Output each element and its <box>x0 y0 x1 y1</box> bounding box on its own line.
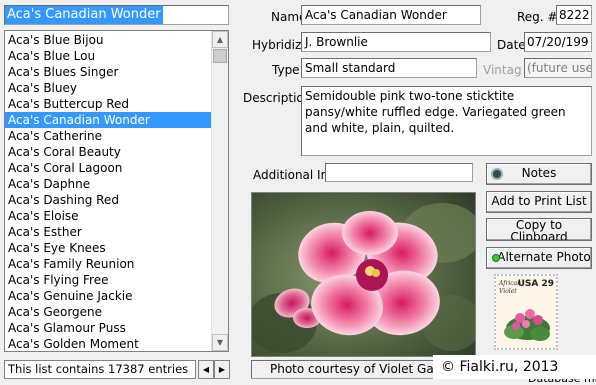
entries-count-status: This list contains 17387 entries <box>4 360 196 379</box>
list-item[interactable]: Aca's Coral Lagoon <box>5 160 211 176</box>
hybridizer-field[interactable]: J. Brownlie <box>301 32 491 52</box>
name-field[interactable]: Aca's Canadian Wonder <box>301 5 481 25</box>
list-item[interactable]: Aca's Bluey <box>5 80 211 96</box>
notes-button-label: Notes <box>521 166 557 180</box>
reg-number-field[interactable]: 8222 <box>556 5 592 25</box>
list-item[interactable]: Aca's Esther <box>5 224 211 240</box>
list-item[interactable]: Aca's Flying Free <box>5 272 211 288</box>
list-item[interactable]: Aca's Genuine Jackie <box>5 288 211 304</box>
notes-button[interactable]: Notes <box>486 163 592 185</box>
stamp-denomination: USA 29 <box>517 279 554 289</box>
variety-list-rows: Aca's Blue Bijou Aca's Blue Lou Aca's Blue… <box>5 31 211 351</box>
list-item[interactable]: Aca's Buttercup Red <box>5 96 211 112</box>
list-item[interactable]: Aca's Daphne <box>5 176 211 192</box>
african-violet-stamp: African Violet USA 29 <box>494 274 558 350</box>
date-field[interactable]: 07/20/199 <box>524 32 592 52</box>
description-field[interactable]: Semidouble pink two-tone sticktite pansy… <box>301 86 592 156</box>
additional-info-field[interactable] <box>325 163 473 182</box>
next-arrow-icon[interactable]: ▶ <box>214 360 230 379</box>
african-violet-photo-icon <box>252 193 475 356</box>
list-item[interactable]: Aca's Dashing Red <box>5 192 211 208</box>
vintage-label: Vintag <box>483 63 522 77</box>
search-input-value: Aca's Canadian Wonder <box>5 6 163 24</box>
vintage-field: (future use <box>524 58 592 78</box>
reg-label: Reg. # <box>517 10 558 24</box>
hybridizer-label: Hybridiz <box>252 38 302 52</box>
list-item[interactable]: Aca's Canadian Wonder <box>5 112 211 128</box>
list-scrollbar[interactable]: ▲ ▼ <box>211 31 228 351</box>
type-label: Type <box>272 63 300 77</box>
scroll-up-arrow-icon[interactable]: ▲ <box>212 31 228 48</box>
variety-list[interactable]: Aca's Blue Bijou Aca's Blue Lou Aca's Blue… <box>4 30 229 352</box>
add-to-print-list-button[interactable]: Add to Print List <box>486 191 592 213</box>
list-item[interactable]: Aca's Family Reunion <box>5 256 211 272</box>
description-label: Descriptio <box>243 91 301 105</box>
list-item[interactable]: Aca's Blue Bijou <box>5 32 211 48</box>
alternate-photo-button[interactable]: Alternate Photo <box>486 247 592 269</box>
list-item[interactable]: Aca's Blue Lou <box>5 48 211 64</box>
scroll-down-arrow-icon[interactable]: ▼ <box>212 334 228 351</box>
alternate-photo-label: Alternate Photo <box>497 250 591 264</box>
alternate-photo-indicator-icon <box>492 254 500 262</box>
date-label: Date <box>497 38 525 52</box>
list-item[interactable]: Aca's Coral Beauty <box>5 144 211 160</box>
photo-caption: Photo courtesy of Violet Gal <box>251 360 441 379</box>
name-label: Name <box>271 10 303 24</box>
type-field[interactable]: Small standard <box>301 58 477 78</box>
notes-indicator-icon <box>493 170 501 178</box>
list-item[interactable]: Aca's Golden Moment <box>5 336 211 351</box>
list-item[interactable]: Aca's Catherine <box>5 128 211 144</box>
stamp-text-line2: Violet <box>499 288 517 295</box>
search-input[interactable]: Aca's Canadian Wonder <box>4 5 229 25</box>
additional-info-label: Additional Ir <box>253 168 326 182</box>
copyright-overlay: © Fialki.ru, 2013 <box>433 355 596 379</box>
scroll-thumb[interactable] <box>213 49 227 63</box>
list-item[interactable]: Aca's Blues Singer <box>5 64 211 80</box>
list-item[interactable]: Aca's Eye Knees <box>5 240 211 256</box>
prev-arrow-icon[interactable]: ◀ <box>198 360 214 379</box>
list-item[interactable]: Aca's Georgene <box>5 304 211 320</box>
copy-to-clipboard-button[interactable]: Copy to Clipboard <box>486 218 592 241</box>
list-item[interactable]: Aca's Eloise <box>5 208 211 224</box>
variety-photo <box>251 192 476 357</box>
list-item[interactable]: Aca's Glamour Puss <box>5 320 211 336</box>
